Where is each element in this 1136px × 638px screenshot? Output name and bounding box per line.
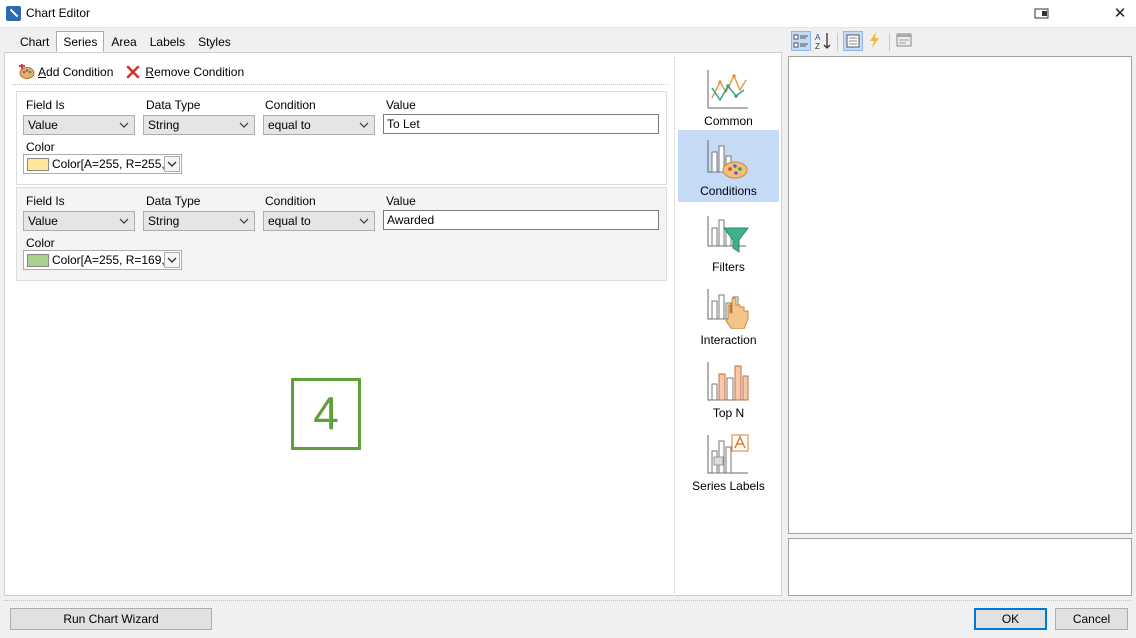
svg-text:A: A (815, 33, 821, 42)
nav-label: Conditions (700, 184, 757, 198)
title-bar (0, 0, 1136, 28)
alphabetical-sort-icon[interactable]: AZ (814, 31, 834, 51)
nav-label: Series Labels (692, 479, 765, 493)
field-is-value: Value (28, 118, 58, 132)
app-icon (6, 6, 21, 21)
chevron-down-icon (119, 218, 129, 224)
property-description (788, 538, 1132, 596)
color-value: Color[A=255, R=255, (52, 157, 165, 171)
remove-x-icon (125, 64, 142, 80)
nav-label: Interaction (700, 333, 757, 347)
data-type-select[interactable]: String (143, 115, 255, 135)
step-number-callout: 4 (291, 378, 361, 450)
series-labels-icon (707, 434, 749, 474)
properties-view-icon[interactable] (843, 31, 863, 51)
chevron-down-icon (239, 122, 249, 128)
condition-value: equal to (268, 214, 311, 228)
color-dropdown-button[interactable] (164, 252, 180, 268)
nav-label: Common (704, 114, 753, 128)
condition-toolbar: Add Condition Remove Condition (18, 62, 256, 82)
value-input[interactable]: Awarded (383, 210, 659, 230)
svg-text:Z: Z (815, 42, 820, 51)
value-label: Value (386, 98, 416, 112)
nav-item-filters[interactable]: Filters (678, 206, 779, 278)
toolbar-divider (12, 84, 668, 85)
tab-chart[interactable]: Chart (14, 32, 55, 52)
property-pages-icon[interactable] (895, 31, 915, 51)
condition-value: equal to (268, 118, 311, 132)
data-type-value: String (148, 214, 180, 228)
toolbar-separator (837, 33, 838, 51)
top-n-bars-icon (707, 362, 749, 401)
ok-button[interactable]: OK (974, 608, 1047, 630)
tab-labels[interactable]: Labels (144, 32, 191, 52)
condition-label: Condition (265, 98, 316, 112)
add-condition-accel: A (38, 65, 47, 79)
data-type-select[interactable]: String (143, 211, 255, 231)
nav-label: Top N (712, 406, 745, 420)
nav-item-top-n[interactable]: Top N (678, 352, 779, 424)
conditions-icon (707, 140, 748, 179)
field-is-select[interactable]: Value (23, 115, 135, 135)
window-title: Chart Editor (26, 6, 91, 20)
nav-item-series-labels[interactable]: Series Labels (678, 425, 779, 497)
color-dropdown-button[interactable] (164, 156, 180, 172)
nav-label: Filters (712, 260, 745, 274)
nav-divider (674, 57, 675, 593)
toolbar-separator (889, 33, 890, 51)
color-label: Color (26, 236, 55, 250)
remove-condition-button[interactable]: Remove Condition (125, 64, 244, 80)
data-type-label: Data Type (146, 98, 201, 112)
color-label: Color (26, 140, 55, 154)
events-lightning-icon[interactable] (866, 31, 886, 51)
add-condition-text: dd Condition (46, 65, 114, 79)
field-is-label: Field Is (26, 98, 65, 112)
property-toolbar (788, 30, 1132, 54)
close-icon[interactable]: ✕ (1108, 4, 1132, 24)
remove-condition-label: Remove Condition (145, 65, 244, 79)
property-grid[interactable] (788, 56, 1132, 534)
cancel-button[interactable]: Cancel (1055, 608, 1128, 630)
tab-styles[interactable]: Styles (192, 32, 237, 52)
chevron-down-icon (167, 161, 177, 167)
categorized-view-icon[interactable] (791, 31, 811, 51)
chevron-down-icon (239, 218, 249, 224)
hand-pointer-icon (707, 289, 749, 329)
restore-icon[interactable] (1030, 4, 1054, 24)
bottom-divider (4, 600, 1132, 601)
chevron-down-icon (119, 122, 129, 128)
color-swatch (27, 157, 49, 171)
chevron-down-icon (167, 257, 177, 263)
color-value: Color[A=255, R=169, (52, 253, 165, 267)
value-label: Value (386, 194, 416, 208)
field-is-select[interactable]: Value (23, 211, 135, 231)
data-type-label: Data Type (146, 194, 201, 208)
tab-series[interactable]: Series (56, 31, 105, 52)
nav-item-interaction[interactable]: Interaction (678, 279, 779, 351)
condition-select[interactable]: equal to (263, 115, 375, 135)
field-is-value: Value (28, 214, 58, 228)
tab-strip: Chart Series Area Labels Styles (14, 31, 238, 52)
nav-item-conditions[interactable]: Conditions (678, 130, 779, 202)
chevron-down-icon (359, 122, 369, 128)
add-condition-label: Add Condition (38, 65, 113, 79)
field-is-label: Field Is (26, 194, 65, 208)
remove-condition-accel: R (145, 65, 155, 79)
condition-label: Condition (265, 194, 316, 208)
run-chart-wizard-button[interactable]: Run Chart Wizard (10, 608, 212, 630)
color-swatch (27, 253, 49, 267)
remove-condition-text: emove Condition (154, 65, 245, 79)
filter-funnel-icon (707, 216, 749, 253)
tab-area[interactable]: Area (105, 32, 142, 52)
nav-item-common[interactable]: Common (678, 60, 779, 132)
data-type-value: String (148, 118, 180, 132)
condition-select[interactable]: equal to (263, 211, 375, 231)
line-chart-icon (707, 70, 748, 109)
add-condition-button[interactable]: Add Condition (18, 63, 113, 80)
color-picker[interactable]: Color[A=255, R=169, (23, 250, 182, 270)
chevron-down-icon (359, 218, 369, 224)
value-input[interactable]: To Let (383, 114, 659, 134)
color-picker[interactable]: Color[A=255, R=255, (23, 154, 182, 174)
palette-add-icon (18, 63, 35, 80)
